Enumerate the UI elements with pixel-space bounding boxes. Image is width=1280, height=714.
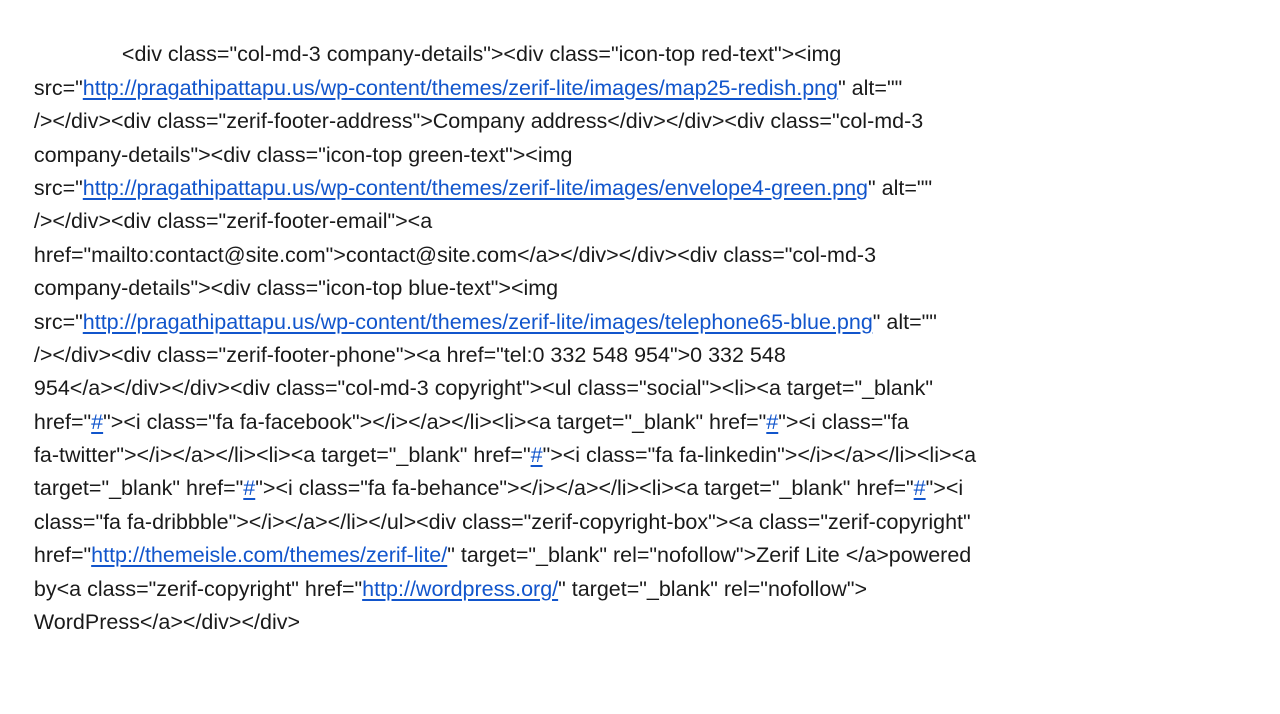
code-text: src=" [33,309,83,334]
code-text: "><i class="fa [778,409,909,434]
dribbble-hash-link[interactable]: # [914,476,926,500]
html-source-document: <div class="col-md-3 company-details"><d… [0,0,1280,714]
code-text: " alt="" [838,75,903,100]
code-text: WordPress</a></div></div> [33,610,301,635]
map-image-url-link[interactable]: http://pragathipattapu.us/wp-content/the… [83,76,838,100]
telephone-image-url-link[interactable]: http://pragathipattapu.us/wp-content/the… [83,310,873,334]
code-text: class="fa fa-dribbble"></i></a></li></ul… [33,509,971,534]
code-text: <div class="col-md-3 company-details"><d… [121,42,842,67]
code-text: href="mailto:contact@site.com">contact@s… [33,242,877,267]
behance-hash-link[interactable]: # [243,476,255,500]
code-text: src=" [33,75,83,100]
code-text: /></div><div class="zerif-footer-address… [33,109,924,134]
facebook-hash-link[interactable]: # [91,410,103,434]
code-line-1: <div class="col-md-3 company-details"><d… [10,5,1270,66]
code-text: href=" [33,409,92,434]
twitter-hash-link[interactable]: # [766,410,778,434]
code-text: " target="_blank" rel="nofollow"> [558,576,868,601]
code-text: " alt="" [868,175,933,200]
code-text: target="_blank" href=" [33,476,244,501]
code-text: 954</a></div></div><div class="col-md-3 … [33,376,934,401]
code-text: " alt="" [872,309,937,334]
code-text: "><i class="fa fa-facebook"></i></a></li… [103,409,767,434]
code-text: "><i class="fa fa-linkedin"></i></a></li… [542,443,977,468]
themeisle-url-link[interactable]: http://themeisle.com/themes/zerif-lite/ [91,543,447,567]
code-text: company-details"><div class="icon-top gr… [33,142,573,167]
code-text: fa-twitter"></i></a></li><li><a target="… [33,443,531,468]
code-text: " target="_blank" rel="nofollow">Zerif L… [447,543,972,568]
code-text: src=" [33,175,83,200]
linkedin-hash-link[interactable]: # [531,443,543,467]
code-text: /></div><div class="zerif-footer-email">… [33,209,433,234]
code-text: by<a class="zerif-copyright" href=" [33,576,363,601]
wordpress-url-link[interactable]: http://wordpress.org/ [362,577,558,601]
code-text: "><i class="fa fa-behance"></i></a></li>… [255,476,914,501]
code-text: href=" [33,543,92,568]
envelope-image-url-link[interactable]: http://pragathipattapu.us/wp-content/the… [83,176,868,200]
code-text: "><i [925,476,964,501]
code-text: company-details"><div class="icon-top bl… [33,276,559,301]
code-text: /></div><div class="zerif-footer-phone">… [33,342,786,367]
